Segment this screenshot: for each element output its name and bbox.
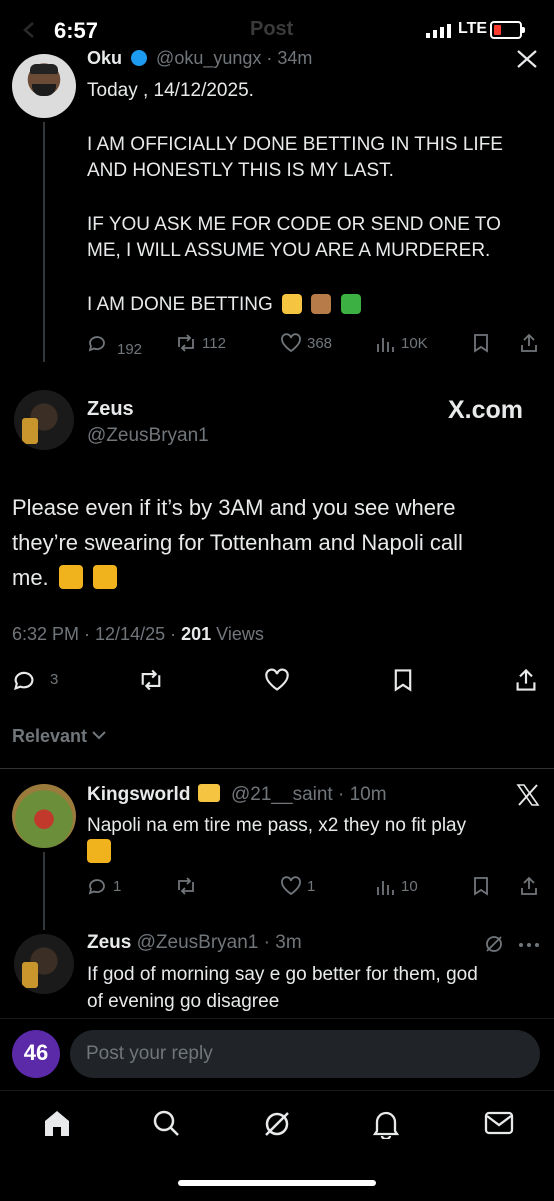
author-name[interactable]: Oku (87, 48, 122, 68)
reply-author-row: Kingsworld @21__saint · 10m (87, 784, 387, 806)
messages-icon[interactable] (484, 1111, 514, 1135)
repost-icon[interactable] (175, 876, 197, 896)
views-count: 10K (401, 335, 428, 352)
quoted-post-text: Today , 14/12/2025. I AM OFFICIALLY DONE… (87, 78, 503, 318)
post-timestamp: 6:32 PM · 12/14/25 · (12, 624, 177, 644)
post-line: I AM DONE BETTING (87, 294, 273, 315)
facepalm-emoji-icon (87, 839, 111, 863)
main-post-text: Please even if it’s by 3AM and you see w… (12, 490, 463, 595)
views-icon[interactable] (376, 878, 394, 896)
author-name[interactable]: Zeus (87, 398, 134, 421)
praying-hands-emoji-icon (311, 294, 332, 314)
verified-badge-icon (131, 50, 148, 66)
author-handle[interactable]: @21__saint · 10m (231, 784, 387, 805)
chevron-down-icon (92, 730, 106, 740)
views-number: 201 (181, 624, 212, 644)
close-icon[interactable] (516, 50, 538, 68)
reply-icon[interactable] (87, 333, 107, 353)
reply-count: 192 (117, 341, 143, 358)
divider (0, 1018, 554, 1019)
like-icon[interactable] (280, 333, 302, 353)
avatar[interactable]: 46 (12, 1030, 60, 1078)
home-icon[interactable] (42, 1109, 72, 1137)
avatar[interactable] (12, 54, 76, 118)
reply-input[interactable]: Post your reply (70, 1030, 540, 1078)
post-line: AND HONESTLY THIS IS MY LAST. (87, 160, 394, 181)
grok-icon[interactable] (484, 934, 504, 954)
thread-line (43, 852, 45, 930)
like-count: 368 (307, 335, 333, 352)
author-handle[interactable]: @oku_yungx · 34m (156, 48, 312, 68)
reply-author-row: Zeus @ZeusBryan1 · 3m (87, 932, 302, 954)
grok-icon[interactable] (262, 1109, 292, 1139)
sort-label: Relevant (12, 726, 88, 746)
search-icon[interactable] (152, 1109, 180, 1137)
quoted-author-row: Oku @oku_yungx · 34m (87, 48, 312, 69)
clapping-emoji-icon (282, 294, 303, 314)
repost-icon[interactable] (138, 668, 164, 692)
avatar[interactable] (12, 784, 76, 848)
praying-hands-emoji-icon (58, 565, 83, 589)
avatar-badge: 46 (23, 1040, 49, 1065)
share-icon[interactable] (514, 668, 538, 692)
repost-icon[interactable] (175, 333, 197, 353)
author-handle[interactable]: @ZeusBryan1 · 3m (137, 932, 302, 953)
post-line: ME, I WILL ASSUME YOU ARE A MURDERER. (87, 240, 491, 261)
battery-icon (490, 21, 525, 39)
reply-actions: 1 1 10 (87, 876, 547, 900)
home-indicator (178, 1180, 376, 1186)
author-name[interactable]: Zeus (87, 932, 131, 953)
reply-placeholder: Post your reply (86, 1043, 213, 1064)
reply-icon[interactable] (12, 668, 36, 692)
bookmark-icon[interactable] (472, 876, 490, 896)
post-line: If god of morning say e go better for th… (87, 964, 478, 985)
reply-icon[interactable] (87, 876, 107, 896)
thread-line (43, 122, 45, 362)
header-title: Post (250, 18, 294, 40)
notifications-icon[interactable] (372, 1109, 400, 1139)
sort-dropdown[interactable]: Relevant (12, 726, 106, 747)
bookmark-icon[interactable] (392, 668, 414, 692)
check-mark-emoji-icon (340, 294, 361, 314)
main-actions: 3 (12, 668, 542, 696)
like-icon[interactable] (264, 668, 290, 692)
like-icon[interactable] (280, 876, 302, 896)
views-icon[interactable] (376, 335, 394, 353)
avatar[interactable] (14, 390, 74, 450)
more-options-icon[interactable] (518, 942, 540, 948)
author-handle[interactable]: @ZeusBryan1 (87, 425, 209, 447)
avatar[interactable] (14, 934, 74, 994)
quoted-actions: 192 112 368 10K (87, 333, 547, 358)
reply-count: 1 (113, 878, 122, 895)
author-name[interactable]: Kingsworld (87, 784, 190, 805)
reply-text: If god of morning say e go better for th… (87, 961, 478, 1015)
share-icon[interactable] (519, 876, 539, 896)
post-line: Please even if it’s by 3AM and you see w… (12, 495, 456, 520)
repost-count: 112 (202, 335, 226, 352)
back-arrow-icon[interactable] (20, 20, 40, 40)
network-label: LTE (458, 20, 488, 37)
signal-icon (426, 24, 452, 38)
reply-text: Napoli na em tire me pass, x2 they no fi… (87, 813, 466, 867)
post-line: of evening go disagree (87, 991, 280, 1012)
post-line: me. (12, 565, 49, 590)
share-icon[interactable] (519, 333, 539, 353)
divider (0, 768, 554, 769)
post-line: they’re swearing for Tottenham and Napol… (12, 530, 463, 555)
brand-label: X.com (448, 396, 524, 424)
reply-count: 3 (50, 671, 59, 688)
post-meta: 6:32 PM · 12/14/25 · 201 Views (12, 624, 264, 645)
like-count: 1 (307, 878, 316, 895)
post-line: I AM OFFICIALLY DONE BETTING IN THIS LIF… (87, 134, 503, 155)
praying-hands-emoji-icon (92, 565, 117, 589)
bookmark-icon[interactable] (472, 333, 490, 353)
x-logo-icon (516, 784, 540, 806)
views-count: 10 (401, 878, 418, 895)
post-line: Today , 14/12/2025. (87, 80, 254, 101)
post-line: Napoli na em tire me pass, x2 they no fi… (87, 815, 467, 836)
views-label: Views (216, 624, 264, 644)
post-line: IF YOU ASK ME FOR CODE OR SEND ONE TO (87, 214, 501, 235)
status-time: 6:57 (54, 18, 99, 43)
crown-emoji-icon (197, 784, 220, 802)
